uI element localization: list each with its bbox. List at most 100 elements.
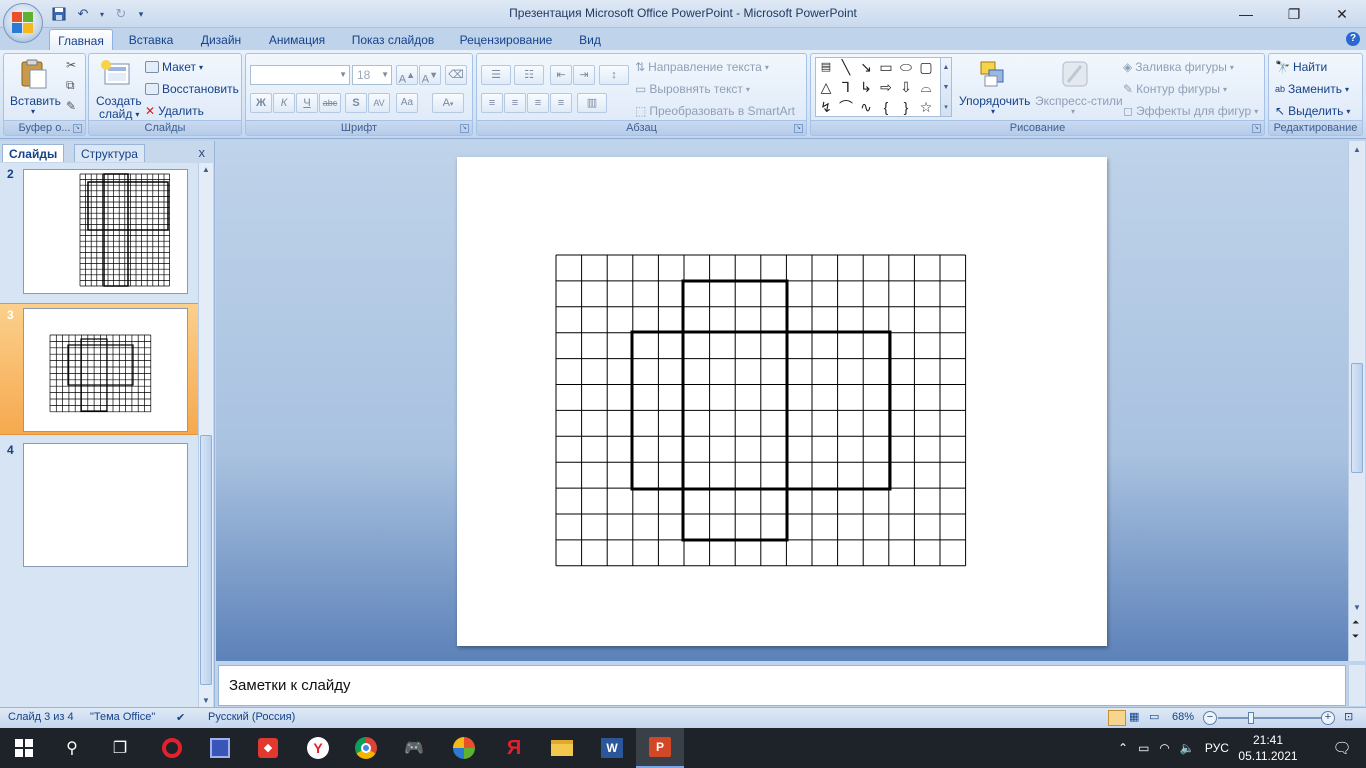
thumbnail-slide-3[interactable]: 3 (0, 303, 198, 435)
task-view-icon[interactable]: ❐ (96, 728, 144, 768)
scroll-down-icon[interactable]: ▼ (1353, 603, 1361, 612)
windows-app-icon[interactable] (440, 728, 488, 768)
arc-shape-icon[interactable]: ⌒ (837, 98, 855, 116)
scrollbar-thumb[interactable] (200, 435, 212, 685)
shape-fill-button[interactable]: ◈ Заливка фигуры ▾ (1123, 60, 1234, 74)
tab-slides[interactable]: Слайды (2, 144, 65, 162)
start-button[interactable] (0, 728, 48, 768)
slide-scrollbar-thumb[interactable] (1351, 363, 1363, 473)
scroll-up-icon[interactable]: ▲ (1353, 145, 1361, 154)
pane-close-icon[interactable]: x (199, 145, 206, 160)
down-arrow-shape-icon[interactable]: ⇩ (897, 78, 915, 96)
text-direction-button[interactable]: ⇅ Направление текста ▾ (635, 60, 769, 74)
new-slide-button-line2[interactable]: слайд ▾ (99, 107, 139, 121)
notifications-icon[interactable]: 🗨 (1318, 728, 1366, 768)
increase-indent-button[interactable]: ⇥ (573, 65, 595, 85)
oval-shape-icon[interactable]: ⬭ (897, 58, 915, 76)
tab-home[interactable]: Главная (49, 29, 113, 50)
right-arrow-shape-icon[interactable]: ⇨ (877, 78, 895, 96)
tab-outline[interactable]: Структура (74, 144, 145, 162)
language-indicator[interactable]: Русский (Россия) (208, 711, 295, 723)
yandex-icon[interactable]: Я (490, 728, 538, 768)
underline-button[interactable]: Ч (296, 93, 318, 113)
tab-review[interactable]: Рецензирование (453, 29, 559, 50)
tab-slideshow[interactable]: Показ слайдов (346, 29, 440, 50)
taskbar-clock[interactable]: 21:41 05.11.2021 (1238, 732, 1298, 764)
new-slide-dropdown-icon[interactable]: ▾ (135, 110, 139, 119)
zoom-in-icon[interactable]: + (1321, 711, 1335, 725)
scroll-down-icon[interactable]: ▼ (202, 696, 210, 705)
zoom-slider[interactable] (1218, 717, 1322, 719)
columns-button[interactable]: ▥ (577, 93, 607, 113)
new-slide-button-line1[interactable]: Создать (96, 94, 142, 108)
replace-button[interactable]: ab Заменить ▾ (1275, 82, 1349, 96)
zoom-out-icon[interactable]: − (1203, 711, 1217, 725)
yandex-browser-icon[interactable]: Y (294, 728, 342, 768)
custom-shape-icon[interactable]: ⌓ (917, 78, 935, 96)
anydesk-icon[interactable]: ◆ (244, 728, 292, 768)
arrange-icon[interactable] (977, 58, 1009, 90)
clear-format-button[interactable]: ⌫ (445, 65, 467, 85)
bullets-button[interactable]: ☰ (481, 65, 511, 85)
align-text-button[interactable]: ▭ Выровнять текст ▾ (635, 82, 750, 96)
line-shape-icon[interactable]: ╲ (837, 58, 855, 76)
notes-pane[interactable]: Заметки к слайду (218, 665, 1346, 706)
powerpoint-taskbar-icon[interactable]: P (636, 728, 684, 768)
opera-icon[interactable] (148, 728, 196, 768)
decrease-indent-button[interactable]: ⇤ (550, 65, 572, 85)
grow-font-button[interactable]: A▲ (396, 65, 418, 86)
drawing-launcher-icon[interactable]: ↘ (1252, 124, 1261, 133)
search-icon[interactable]: ⚲ (48, 728, 96, 768)
font-size-combo[interactable]: 18 ▼ (352, 65, 392, 85)
elbow-connector-shape-icon[interactable]: ⅂ (837, 78, 855, 96)
paragraph-launcher-icon[interactable]: ↘ (794, 124, 803, 133)
arrow-line-shape-icon[interactable]: ↘ (857, 58, 875, 76)
tab-animation[interactable]: Анимация (262, 29, 332, 50)
quick-styles-icon[interactable] (1059, 58, 1091, 90)
shadow-button[interactable]: S (345, 93, 367, 113)
paste-dropdown-icon[interactable]: ▾ (31, 107, 35, 116)
shrink-font-button[interactable]: A▼ (419, 65, 441, 86)
delete-slide-button[interactable]: ✕ Удалить (145, 104, 204, 118)
games-icon[interactable]: 🎮 (390, 728, 438, 768)
new-slide-icon[interactable] (99, 58, 131, 90)
cut-icon[interactable]: ✂ (66, 58, 76, 72)
help-icon[interactable]: ? (1346, 32, 1360, 46)
star-shape-icon[interactable]: ☆ (917, 98, 935, 116)
normal-view-icon[interactable] (1108, 710, 1126, 726)
italic-button[interactable]: К (273, 93, 295, 113)
freeform-shape-icon[interactable]: ∿ (857, 98, 875, 116)
arrange-button[interactable]: Упорядочить (959, 94, 1030, 108)
tab-view[interactable]: Вид (572, 29, 608, 50)
fit-to-window-icon[interactable]: ⊡ (1344, 710, 1353, 723)
smartart-button[interactable]: ⬚ Преобразовать в SmartArt (635, 104, 795, 118)
quick-styles-dropdown-icon[interactable]: ▾ (1071, 107, 1075, 116)
align-right-button[interactable]: ≡ (527, 93, 549, 113)
align-left-button[interactable]: ≡ (481, 93, 503, 113)
format-painter-icon[interactable]: ✎ (66, 99, 76, 113)
restore-button[interactable]: ❐ (1270, 0, 1318, 28)
thumbnail-slide-2[interactable]: 2 (0, 163, 198, 301)
spellcheck-icon[interactable]: ✔ (176, 711, 185, 724)
minimize-button[interactable]: — (1222, 0, 1270, 28)
justify-button[interactable]: ≡ (550, 93, 572, 113)
wifi-icon[interactable]: ◠ (1159, 741, 1169, 755)
curve-shape-icon[interactable]: ↯ (817, 98, 835, 116)
scroll-up-icon[interactable]: ▲ (202, 165, 210, 174)
char-spacing-button[interactable]: AV (368, 93, 390, 113)
bold-button[interactable]: Ж (250, 93, 272, 113)
font-color-button[interactable]: A▾ (432, 93, 464, 113)
layout-button[interactable]: Макет ▾ (145, 60, 203, 74)
show-hidden-icons-icon[interactable]: ⌃ (1118, 741, 1128, 755)
volume-icon[interactable]: 🔈 (1180, 741, 1195, 755)
slide-scrollbar[interactable]: ▲ ⏶ ⏷ ▼ (1348, 141, 1365, 661)
prev-slide-icon[interactable]: ⏶ (1352, 617, 1359, 628)
arrange-dropdown-icon[interactable]: ▾ (991, 107, 995, 116)
office-button[interactable] (3, 3, 43, 43)
elbow-arrow-shape-icon[interactable]: ↳ (857, 78, 875, 96)
input-language[interactable]: РУС (1205, 741, 1229, 755)
thumbnail-scrollbar[interactable]: ▲ ▼ (198, 163, 213, 707)
shape-outline-button[interactable]: ✎ Контур фигуры ▾ (1123, 82, 1227, 96)
slide-sorter-view-icon[interactable]: ▦ (1129, 710, 1139, 723)
clipboard-launcher-icon[interactable]: ↘ (73, 124, 82, 133)
